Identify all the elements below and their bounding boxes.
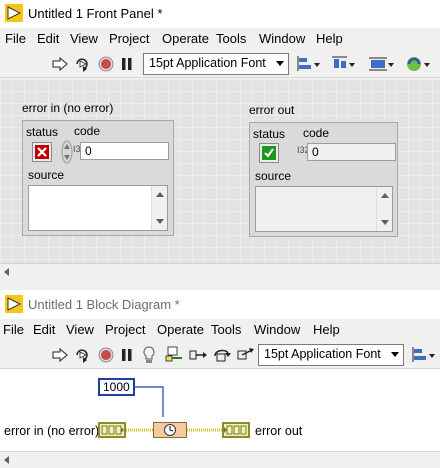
numeric-wire[interactable]: [130, 386, 164, 417]
menu-view[interactable]: View: [70, 31, 98, 46]
run-arrow-icon[interactable]: [50, 54, 70, 74]
chevron-up-icon[interactable]: [381, 193, 389, 198]
chevron-down-icon[interactable]: [381, 220, 389, 225]
menu-operate[interactable]: Operate: [162, 31, 209, 46]
error-in-cluster: status code I32 0 source: [22, 120, 174, 236]
clock-icon: [164, 424, 176, 436]
checkmark-icon: [262, 146, 276, 160]
toolbar: 15pt Application Font: [0, 50, 440, 78]
pause-icon[interactable]: [117, 54, 137, 74]
step-out-icon[interactable]: [236, 345, 256, 365]
x-mark-icon: [35, 145, 49, 159]
highlight-execution-icon[interactable]: [139, 345, 159, 365]
font-selector[interactable]: 15pt Application Font: [143, 53, 289, 75]
menu-file[interactable]: File: [5, 31, 26, 46]
error-in-source-label: source: [28, 168, 65, 182]
align-objects-icon[interactable]: [296, 54, 322, 74]
front-panel-canvas: error in (no error) status code I32 0 so…: [0, 79, 440, 263]
menu-operate[interactable]: Operate: [157, 322, 204, 337]
pause-icon[interactable]: [117, 345, 137, 365]
error-in-status-indicator[interactable]: [32, 142, 52, 162]
front-panel-titlebar: Untitled 1 Front Panel *: [0, 0, 440, 28]
menu-tools[interactable]: Tools: [211, 322, 241, 337]
menu-view[interactable]: View: [66, 322, 94, 337]
front-panel-horizontal-scrollbar[interactable]: [0, 263, 440, 280]
block-diagram-window: Untitled 1 Block Diagram * File Edit Vie…: [0, 291, 440, 468]
code-increment-stepper[interactable]: [61, 140, 73, 164]
chevron-left-icon[interactable]: [4, 268, 9, 276]
error-in-label: error in (no error): [22, 101, 114, 115]
error-out-source-field: [255, 186, 393, 232]
step-over-icon[interactable]: [212, 345, 232, 365]
run-continuously-icon[interactable]: [73, 345, 93, 365]
chevron-down-icon: [276, 61, 284, 66]
chevron-left-icon[interactable]: [4, 456, 9, 464]
menu-help[interactable]: Help: [313, 322, 340, 337]
error-out-terminal[interactable]: [222, 422, 250, 438]
error-out-cluster: status code I32 0 source: [249, 122, 398, 237]
resize-objects-icon[interactable]: [367, 54, 395, 74]
menu-window[interactable]: Window: [254, 322, 300, 337]
block-diagram-titlebar: Untitled 1 Block Diagram *: [0, 291, 440, 319]
error-out-status-label: status: [253, 127, 286, 141]
error-in-terminal[interactable]: [98, 422, 126, 438]
error-out-terminal-label: error out: [255, 424, 303, 438]
error-in-status-label: status: [26, 125, 59, 139]
menu-project[interactable]: Project: [105, 322, 145, 337]
step-into-icon[interactable]: [189, 345, 209, 365]
wait-ms-node[interactable]: [153, 422, 187, 438]
error-in-code-label: code: [74, 124, 101, 138]
error-out-label: error out: [249, 103, 295, 117]
menu-bar: File Edit View Project Operate Tools Win…: [0, 319, 440, 341]
source-vertical-scrollbar[interactable]: [376, 187, 392, 231]
font-selector-value: 15pt Application Font: [264, 347, 381, 361]
font-selector[interactable]: 15pt Application Font: [258, 344, 404, 366]
window-title: Untitled 1 Front Panel *: [28, 6, 163, 21]
diagram-wires: [126, 386, 222, 432]
error-out-source-label: source: [255, 169, 292, 183]
menu-edit[interactable]: Edit: [37, 31, 59, 46]
chevron-down-icon[interactable]: [156, 219, 164, 224]
error-in-terminal-label: error in (no error): [4, 424, 100, 438]
menu-help[interactable]: Help: [316, 31, 343, 46]
error-out-status-indicator: [259, 143, 279, 163]
menu-edit[interactable]: Edit: [33, 322, 55, 337]
front-panel-window: Untitled 1 Front Panel * File Edit View …: [0, 0, 440, 290]
align-objects-icon[interactable]: [411, 345, 437, 365]
error-out-code-label: code: [303, 126, 330, 140]
error-in-source-field[interactable]: [28, 185, 168, 231]
menu-window[interactable]: Window: [259, 31, 305, 46]
source-vertical-scrollbar[interactable]: [151, 186, 167, 230]
run-continuously-icon[interactable]: [73, 54, 93, 74]
window-title: Untitled 1 Block Diagram *: [28, 297, 180, 312]
run-arrow-icon[interactable]: [50, 345, 70, 365]
distribute-objects-icon[interactable]: [331, 54, 357, 74]
wait-ms-constant[interactable]: 1000: [98, 378, 135, 396]
menu-project[interactable]: Project: [109, 31, 149, 46]
chevron-down-icon[interactable]: [391, 352, 399, 357]
labview-run-icon: [5, 295, 23, 313]
chevron-up-icon[interactable]: [156, 192, 164, 197]
menu-file[interactable]: File: [3, 322, 24, 337]
abort-icon[interactable]: [96, 345, 116, 365]
block-diagram-horizontal-scrollbar[interactable]: [0, 451, 440, 468]
reorder-icon[interactable]: [404, 54, 434, 74]
menu-bar: File Edit View Project Operate Tools Win…: [0, 28, 440, 50]
font-selector-value: 15pt Application Font: [149, 56, 266, 70]
error-out-code-field: 0: [307, 143, 396, 161]
block-diagram-canvas: 1000 error in (no error) error out: [0, 369, 440, 451]
labview-run-icon: [5, 4, 23, 22]
error-in-code-field[interactable]: 0: [80, 142, 169, 160]
abort-icon[interactable]: [96, 54, 116, 74]
menu-tools[interactable]: Tools: [216, 31, 246, 46]
toolbar: 15pt Application Font: [0, 341, 440, 369]
retain-wire-values-icon[interactable]: [164, 345, 184, 365]
